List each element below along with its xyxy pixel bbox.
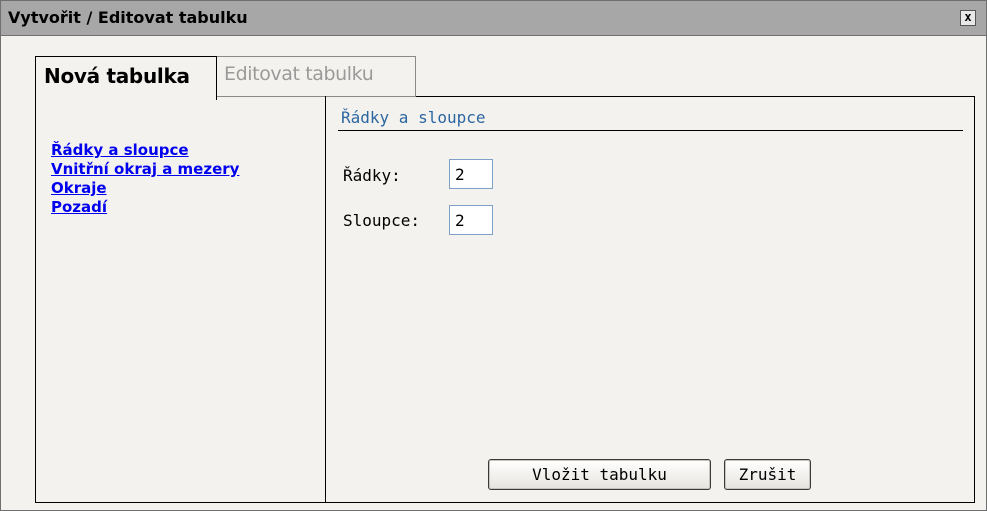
title-bar[interactable]: Vytvořit / Editovat tabulku x (1, 1, 986, 36)
rows-label: Řádky: (343, 166, 401, 185)
sidebar-item-rows-columns[interactable]: Řádky a sloupce (51, 141, 239, 160)
window-title: Vytvořit / Editovat tabulku (8, 8, 248, 27)
columns-label: Sloupce: (343, 211, 421, 230)
tab-new-table-label: Nová tabulka (44, 64, 190, 88)
cancel-button[interactable]: Zrušit (724, 459, 811, 490)
insert-table-button[interactable]: Vložit tabulku (488, 459, 711, 490)
columns-input[interactable] (449, 205, 493, 235)
tab-new-table[interactable]: Nová tabulka (35, 56, 217, 100)
dialog-window: Vytvořit / Editovat tabulku x Nová tabul… (0, 0, 987, 511)
section-divider (338, 130, 963, 131)
tab-edit-table-label: Editovat tabulku (224, 63, 374, 85)
rows-input[interactable] (449, 159, 493, 189)
tab-edit-table[interactable]: Editovat tabulku (216, 56, 416, 97)
sidebar-item-borders[interactable]: Okraje (51, 179, 239, 198)
section-title: Řádky a sloupce (341, 108, 486, 127)
close-icon[interactable]: x (960, 10, 976, 26)
sidebar-item-background[interactable]: Pozadí (51, 198, 239, 217)
sidebar-item-padding-spacing[interactable]: Vnitřní okraj a mezery (51, 160, 239, 179)
panel-divider (325, 96, 326, 503)
sidebar-nav: Řádky a sloupce Vnitřní okraj a mezery O… (51, 141, 239, 217)
